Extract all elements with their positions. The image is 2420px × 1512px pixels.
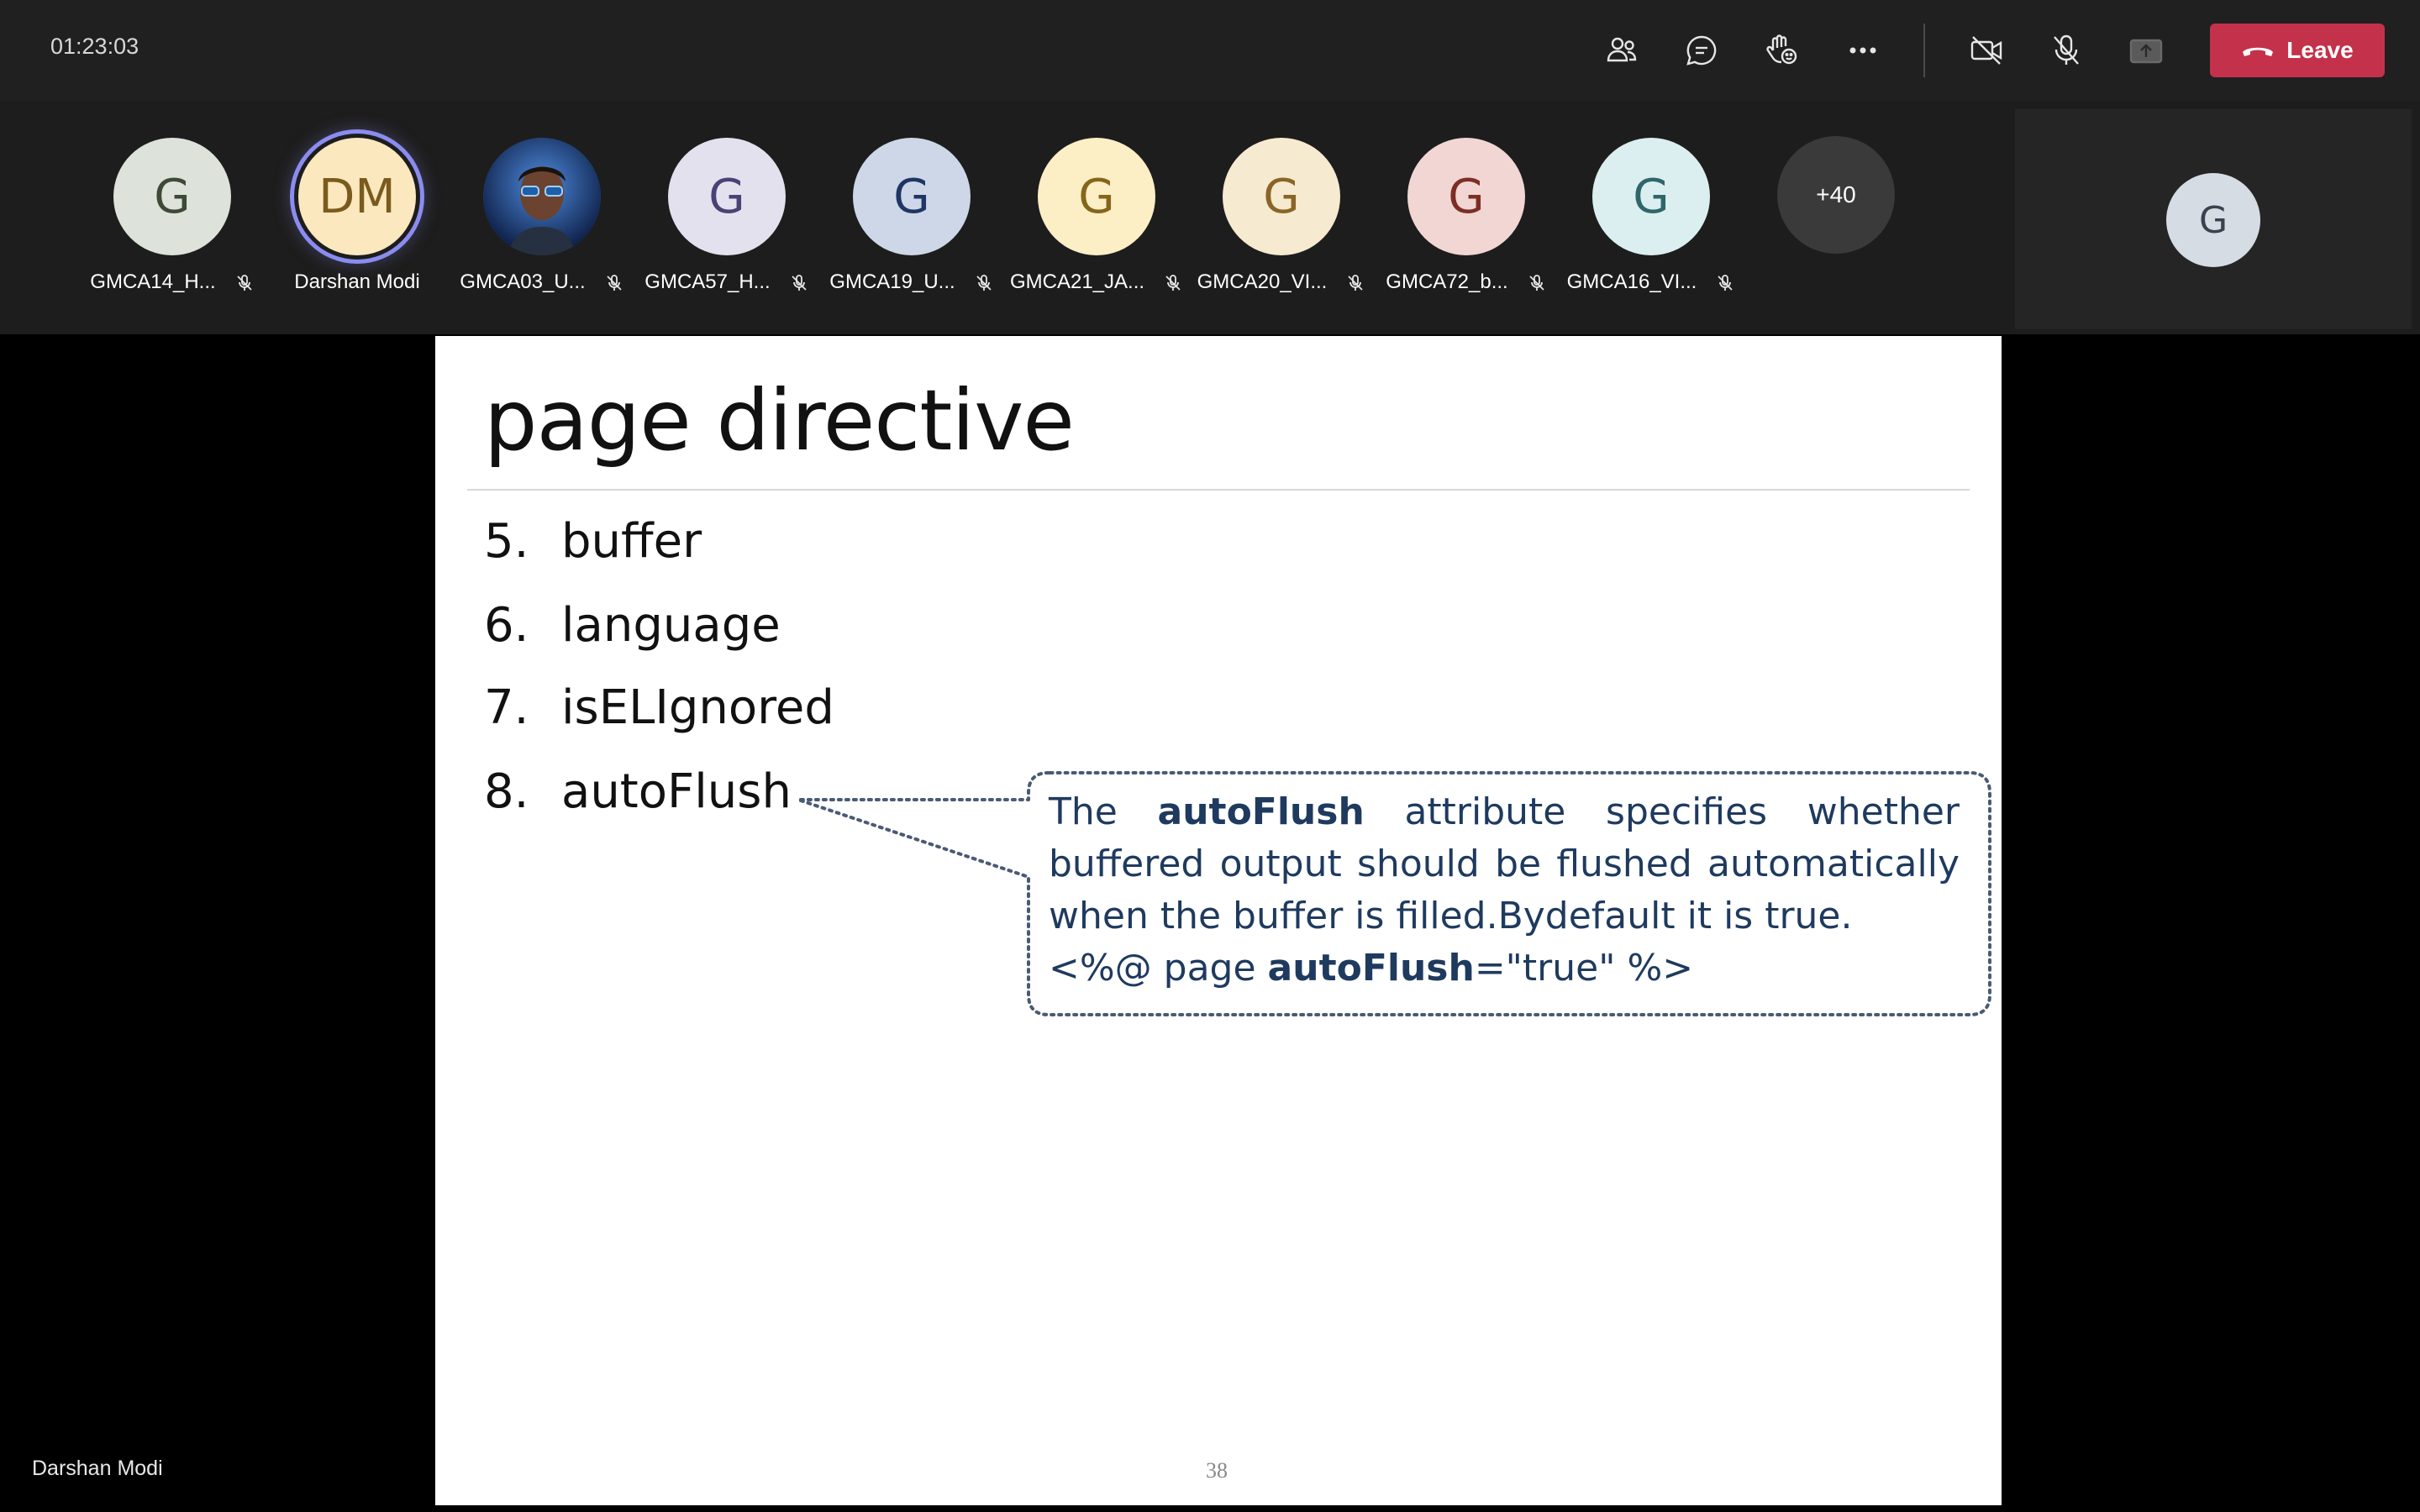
participant-tile[interactable]: G GMCA57_H...: [634, 138, 819, 306]
presenter-name-label: Darshan Modi: [32, 1457, 163, 1480]
participant-name-row: GMCA20_VI...: [1189, 270, 1374, 294]
share-screen-button[interactable]: [2121, 25, 2171, 76]
participant-avatar: G: [853, 138, 971, 255]
participant-avatar: G: [668, 138, 786, 255]
self-avatar: G: [2166, 173, 2260, 267]
muted-mic-icon: [1527, 273, 1547, 293]
participant-tile[interactable]: G GMCA72_b...: [1374, 138, 1559, 306]
muted-mic-icon: [604, 273, 624, 293]
self-view-tile[interactable]: G: [2015, 109, 2412, 329]
participant-name: GMCA14_H...: [90, 270, 216, 293]
participant-tile[interactable]: DM Darshan Modi: [265, 138, 450, 306]
participant-tile[interactable]: G GMCA14_H...: [80, 138, 265, 306]
participant-name: GMCA21_JA...: [1009, 270, 1145, 293]
mic-off-icon: [2054, 34, 2079, 65]
callout-prefix: The: [1049, 790, 1158, 833]
code-suffix: ="true" %>: [1474, 947, 1694, 990]
code-prefix: <%@ page: [1049, 947, 1268, 990]
participant-name-row: GMCA57_H...: [634, 270, 819, 294]
participant-avatar: G: [113, 138, 231, 255]
meeting-timer: 01:23:03: [50, 34, 139, 59]
participant-name: GMCA20_VI...: [1197, 270, 1328, 293]
participant-avatar: G: [1407, 138, 1525, 255]
participant-avatar: G: [1223, 138, 1340, 255]
participant-name-row: GMCA19_U...: [819, 270, 1004, 294]
participant-photo: [483, 138, 601, 255]
presentation-slide: page directive 5. buffer 6. language 7. isE…: [435, 336, 2002, 1505]
participant-name: GMCA57_H...: [644, 270, 771, 293]
camera-off-icon: [1970, 36, 2002, 65]
participant-name-row: GMCA21_JA...: [1004, 270, 1189, 294]
participant-tile[interactable]: G GMCA16_VI...: [1559, 138, 1744, 306]
toolbar-divider: [1923, 24, 1925, 77]
chat-button[interactable]: [1676, 25, 1727, 76]
participant-tile[interactable]: G GMCA20_VI...: [1189, 138, 1374, 306]
participant-avatar: G: [1592, 138, 1710, 255]
participant-name-row: GMCA03_U...: [450, 270, 634, 294]
muted-mic-icon: [789, 273, 809, 293]
participant-name: GMCA19_U...: [829, 270, 955, 293]
share-screen-icon: [2129, 39, 2163, 64]
participant-name-row: GMCA14_H...: [80, 270, 265, 294]
mic-toggle-button[interactable]: [2041, 25, 2091, 76]
muted-mic-icon: [1715, 273, 1735, 293]
participants-button[interactable]: [1597, 25, 1647, 76]
muted-mic-icon: [1163, 273, 1183, 293]
shared-content-stage: page directive 5. buffer 6. language 7. isE…: [8, 336, 2412, 1505]
camera-toggle-button[interactable]: [1961, 25, 2012, 76]
participant-name: GMCA16_VI...: [1566, 270, 1697, 293]
participant-name: Darshan Modi: [294, 270, 420, 293]
leave-label: Leave: [2286, 37, 2354, 63]
participant-tile[interactable]: G GMCA19_U...: [819, 138, 1004, 306]
participant-tile[interactable]: GMCA03_U...: [450, 138, 634, 306]
more-participants-button[interactable]: +40: [1777, 136, 1895, 254]
slide-page-number: 38: [1206, 1458, 1228, 1483]
reactions-icon: [1766, 34, 1797, 65]
muted-mic-icon: [234, 273, 255, 293]
callout-keyword: autoFlush: [1157, 790, 1365, 833]
participant-name-row: GMCA72_b...: [1374, 270, 1559, 294]
meeting-toolbar: 01:23:03 Leave: [0, 0, 2420, 101]
muted-mic-icon: [974, 273, 994, 293]
participant-name: GMCA03_U...: [460, 270, 586, 293]
reactions-button[interactable]: [1756, 25, 1807, 76]
participant-avatar: G: [1038, 138, 1155, 255]
chat-icon: [1686, 35, 1717, 66]
participant-avatar: DM: [298, 138, 416, 255]
leave-button[interactable]: Leave: [2210, 24, 2385, 77]
more-actions-button[interactable]: [1838, 25, 1888, 76]
code-keyword: autoFlush: [1267, 947, 1475, 990]
participant-tile[interactable]: G GMCA21_JA...: [1004, 138, 1189, 306]
participants-icon: [1607, 37, 1637, 62]
hang-up-icon: [2243, 47, 2274, 56]
muted-mic-icon: [1345, 273, 1365, 293]
callout-text: The autoFlush attribute specifies whethe…: [1049, 786, 1960, 995]
callout-code-example: <%@ page autoFlush="true" %>: [1049, 942, 1960, 995]
participant-name-row: Darshan Modi: [265, 270, 450, 294]
more-actions-icon: [1849, 47, 1876, 54]
participant-name: GMCA72_b...: [1386, 270, 1508, 293]
participant-name-row: GMCA16_VI...: [1559, 270, 1744, 294]
